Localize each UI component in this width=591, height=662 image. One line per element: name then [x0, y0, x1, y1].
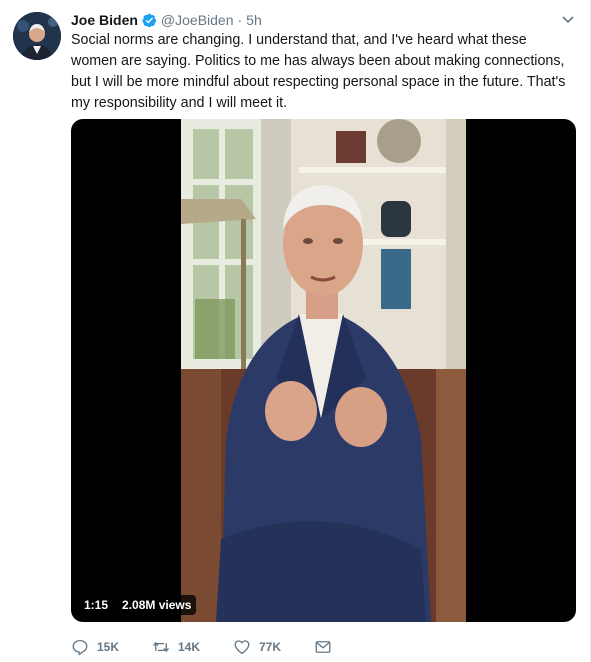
- reply-icon: [72, 639, 88, 656]
- like-button[interactable]: 77K: [233, 638, 314, 656]
- heart-icon: [234, 640, 250, 655]
- tweet-header: Joe Biden @JoeBiden · 5h: [71, 10, 570, 30]
- avatar[interactable]: [13, 12, 61, 60]
- video-views: 2.08M views: [117, 595, 197, 615]
- retweet-icon: [152, 641, 170, 653]
- tweet-actions: 15K 14K 77K: [71, 637, 344, 657]
- author-handle[interactable]: @JoeBiden: [161, 12, 234, 28]
- video-stats: 1:15 2.08M views: [79, 595, 197, 615]
- chevron-down-icon[interactable]: [560, 11, 576, 27]
- video-player[interactable]: 1:15 2.08M views: [71, 119, 576, 622]
- tweet-timestamp[interactable]: 5h: [246, 12, 262, 28]
- reply-count: 15K: [97, 640, 120, 654]
- author-name[interactable]: Joe Biden: [71, 12, 138, 28]
- retweet-count: 14K: [178, 640, 201, 654]
- verified-badge-icon: [142, 13, 156, 27]
- tweet-text: Social norms are changing. I understand …: [71, 32, 566, 111]
- video-duration: 1:15: [79, 595, 114, 615]
- retweet-button[interactable]: 14K: [152, 638, 233, 656]
- video-frame: [181, 119, 466, 622]
- direct-message-button[interactable]: [314, 638, 344, 656]
- tweet[interactable]: Joe Biden @JoeBiden · 5h Social norms ar…: [0, 0, 591, 662]
- separator-dot: ·: [237, 12, 243, 28]
- like-count: 77K: [259, 640, 282, 654]
- envelope-icon: [315, 641, 331, 653]
- reply-button[interactable]: 15K: [71, 638, 152, 656]
